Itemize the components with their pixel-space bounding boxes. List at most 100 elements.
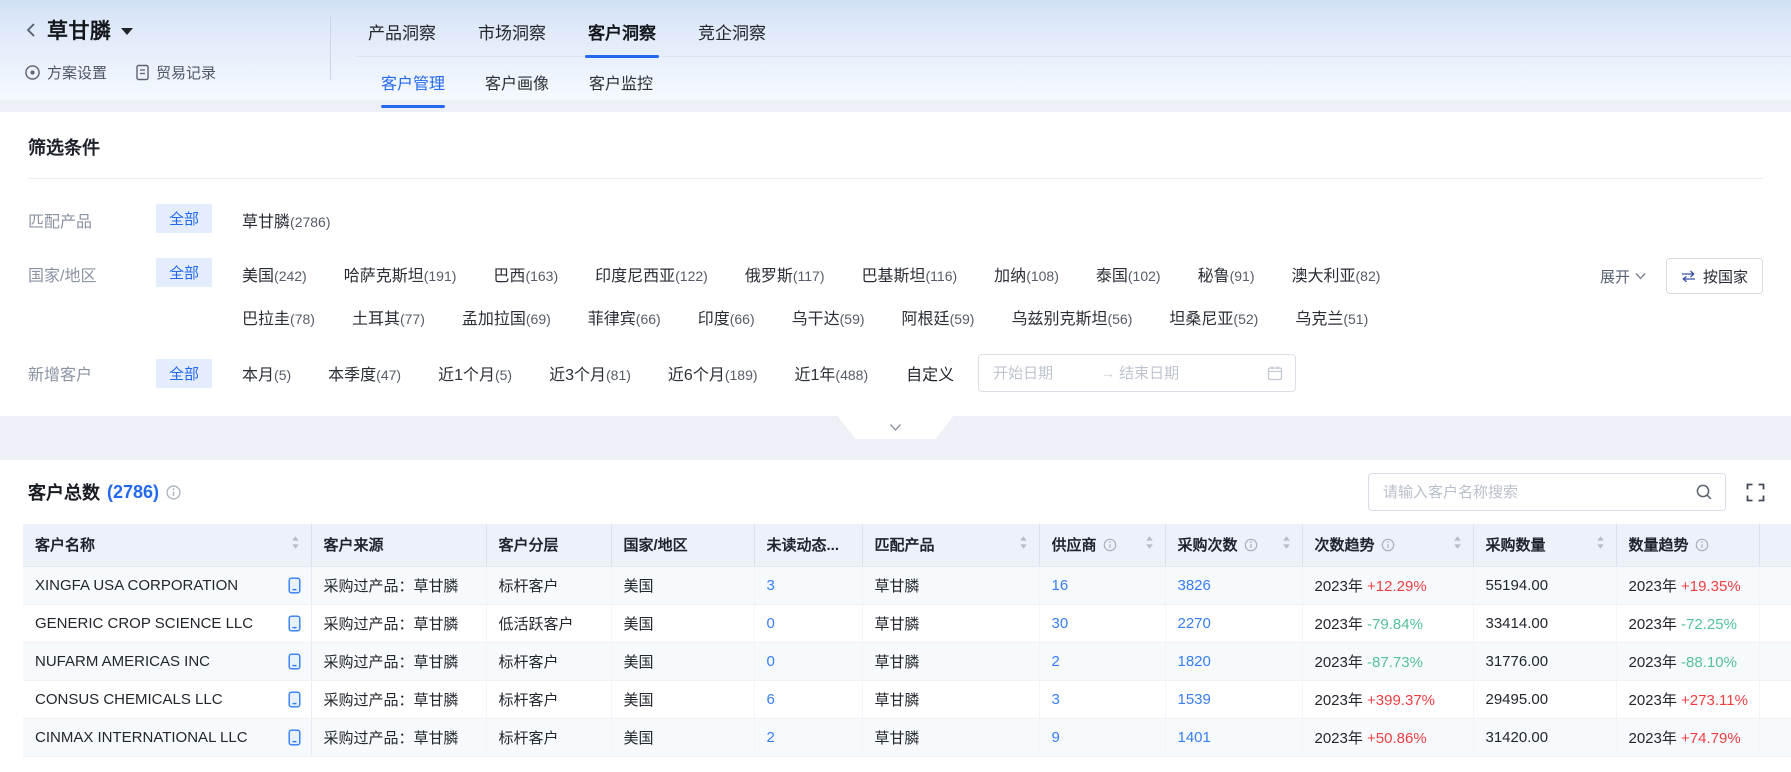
primary-tab[interactable]: 市场洞察 bbox=[475, 12, 549, 56]
country-option[interactable]: 泰国(102) bbox=[1096, 262, 1161, 286]
back-icon[interactable] bbox=[24, 21, 38, 39]
country-option[interactable]: 坦桑尼亚(52) bbox=[1169, 305, 1258, 329]
period-option[interactable]: 近1个月(5) bbox=[438, 361, 512, 385]
column-header[interactable]: 采购数量 bbox=[1473, 524, 1616, 566]
country-option[interactable]: 印度(66) bbox=[698, 305, 755, 329]
info-icon[interactable] bbox=[1695, 538, 1709, 552]
primary-tab[interactable]: 产品洞察 bbox=[365, 12, 439, 56]
info-icon[interactable] bbox=[166, 485, 181, 500]
purchase-count-link[interactable]: 3826 bbox=[1178, 577, 1211, 594]
trade-record-button[interactable]: 贸易记录 bbox=[135, 62, 216, 83]
table-row[interactable]: NUFARM AMERICAS INC 采购过产品：草甘膦 标杆客户 美国 0 … bbox=[23, 642, 1791, 680]
suppliers-link[interactable]: 30 bbox=[1052, 615, 1069, 632]
primary-tab[interactable]: 客户洞察 bbox=[585, 12, 659, 56]
column-header[interactable]: 供应商 bbox=[1039, 524, 1165, 566]
column-header[interactable]: 数量趋势 bbox=[1616, 524, 1759, 566]
country-option[interactable]: 巴西(163) bbox=[493, 262, 558, 286]
contact-icon[interactable] bbox=[288, 577, 301, 594]
country-all-tag[interactable]: 全部 bbox=[156, 258, 212, 287]
contact-icon[interactable] bbox=[288, 653, 301, 670]
info-icon[interactable] bbox=[1381, 538, 1395, 552]
column-header[interactable]: 未读动态... bbox=[754, 524, 862, 566]
by-country-button[interactable]: 按国家 bbox=[1666, 258, 1763, 294]
period-option[interactable]: 近3个月(81) bbox=[549, 361, 631, 385]
table-row[interactable]: CONSUS CHEMICALS LLC 采购过产品：草甘膦 标杆客户 美国 6… bbox=[23, 680, 1791, 718]
column-header[interactable]: 国家/地区 bbox=[611, 524, 754, 566]
period-option[interactable]: 近6个月(189) bbox=[668, 361, 758, 385]
country-option[interactable]: 秘鲁(91) bbox=[1198, 262, 1255, 286]
country-option[interactable]: 巴基斯坦(116) bbox=[862, 262, 958, 286]
unread-updates-link[interactable]: 0 bbox=[767, 615, 775, 632]
purchase-count-link[interactable]: 1820 bbox=[1178, 653, 1211, 670]
unread-updates-link[interactable]: 0 bbox=[767, 653, 775, 670]
customer-name[interactable]: GENERIC CROP SCIENCE LLC bbox=[35, 615, 253, 632]
country-option[interactable]: 澳大利亚(82) bbox=[1292, 262, 1381, 286]
sort-icon[interactable] bbox=[1281, 535, 1292, 554]
country-option[interactable]: 乌兹别克斯坦(56) bbox=[1011, 305, 1132, 329]
country-option[interactable]: 哈萨克斯坦(191) bbox=[344, 262, 457, 286]
secondary-tab[interactable]: 客户画像 bbox=[485, 70, 549, 108]
suppliers-link[interactable]: 16 bbox=[1052, 577, 1069, 594]
unread-updates-link[interactable]: 2 bbox=[767, 729, 775, 746]
column-header[interactable]: 客户名称 bbox=[23, 524, 311, 566]
sort-icon[interactable] bbox=[1595, 535, 1606, 554]
fullscreen-icon[interactable] bbox=[1746, 483, 1765, 502]
country-option[interactable]: 加纳(108) bbox=[994, 262, 1059, 286]
period-option[interactable]: 本季度(47) bbox=[328, 361, 401, 385]
country-option[interactable]: 印度尼西亚(122) bbox=[595, 262, 708, 286]
customer-name[interactable]: CINMAX INTERNATIONAL LLC bbox=[35, 729, 248, 746]
product-option[interactable]: 草甘膦(2786) bbox=[242, 208, 330, 232]
suppliers-link[interactable]: 3 bbox=[1052, 691, 1060, 708]
country-option[interactable]: 巴拉圭(78) bbox=[242, 305, 315, 329]
date-range-picker[interactable]: → bbox=[978, 354, 1296, 392]
customer-search-box[interactable] bbox=[1368, 473, 1726, 511]
period-option[interactable]: 近1年(488) bbox=[795, 361, 869, 385]
new-customer-all-tag[interactable]: 全部 bbox=[156, 359, 212, 388]
sort-icon[interactable] bbox=[1452, 535, 1463, 554]
contact-icon[interactable] bbox=[288, 691, 301, 708]
country-option[interactable]: 美国(242) bbox=[242, 262, 307, 286]
table-row[interactable]: XINGFA USA CORPORATION 采购过产品：草甘膦 标杆客户 美国… bbox=[23, 566, 1791, 604]
start-date-input[interactable] bbox=[991, 364, 1101, 383]
info-icon[interactable] bbox=[1244, 538, 1258, 552]
customer-name[interactable]: XINGFA USA CORPORATION bbox=[35, 577, 238, 594]
customer-name[interactable]: CONSUS CHEMICALS LLC bbox=[35, 691, 223, 708]
collapse-filters-button[interactable] bbox=[838, 416, 954, 439]
suppliers-link[interactable]: 9 bbox=[1052, 729, 1060, 746]
unread-updates-link[interactable]: 3 bbox=[767, 577, 775, 594]
suppliers-link[interactable]: 2 bbox=[1052, 653, 1060, 670]
column-header[interactable]: 客户来源 bbox=[311, 524, 486, 566]
column-header[interactable]: 客户分层 bbox=[486, 524, 611, 566]
country-option[interactable]: 菲律宾(66) bbox=[588, 305, 661, 329]
custom-range-option[interactable]: 自定义 bbox=[906, 361, 954, 385]
customer-name[interactable]: NUFARM AMERICAS INC bbox=[35, 653, 210, 670]
end-date-input[interactable] bbox=[1117, 364, 1227, 383]
unread-updates-link[interactable]: 6 bbox=[767, 691, 775, 708]
sort-icon[interactable] bbox=[290, 535, 301, 554]
table-row[interactable]: GENERIC CROP SCIENCE LLC 采购过产品：草甘膦 低活跃客户… bbox=[23, 604, 1791, 642]
table-row[interactable]: CINMAX INTERNATIONAL LLC 采购过产品：草甘膦 标杆客户 … bbox=[23, 718, 1791, 756]
primary-tab[interactable]: 竞企洞察 bbox=[695, 12, 769, 56]
country-option[interactable]: 乌干达(59) bbox=[792, 305, 865, 329]
secondary-tab[interactable]: 客户管理 bbox=[381, 70, 445, 108]
search-icon[interactable] bbox=[1695, 483, 1713, 501]
column-header[interactable] bbox=[1759, 524, 1791, 566]
column-header[interactable]: 采购次数 bbox=[1165, 524, 1302, 566]
column-header[interactable]: 匹配产品 bbox=[862, 524, 1039, 566]
contact-icon[interactable] bbox=[288, 729, 301, 746]
country-option[interactable]: 土耳其(77) bbox=[352, 305, 425, 329]
column-header[interactable]: 次数趋势 bbox=[1302, 524, 1473, 566]
country-option[interactable]: 阿根廷(59) bbox=[902, 305, 975, 329]
info-icon[interactable] bbox=[1103, 538, 1117, 552]
customer-search-input[interactable] bbox=[1381, 483, 1695, 502]
sort-icon[interactable] bbox=[1018, 535, 1029, 554]
scheme-settings-button[interactable]: 方案设置 bbox=[24, 62, 107, 83]
country-option[interactable]: 孟加拉国(69) bbox=[462, 305, 551, 329]
purchase-count-link[interactable]: 2270 bbox=[1178, 615, 1211, 632]
purchase-count-link[interactable]: 1539 bbox=[1178, 691, 1211, 708]
secondary-tab[interactable]: 客户监控 bbox=[589, 70, 653, 108]
expand-toggle[interactable]: 展开 bbox=[1600, 266, 1646, 287]
country-option[interactable]: 乌克兰(51) bbox=[1295, 305, 1368, 329]
country-option[interactable]: 俄罗斯(117) bbox=[745, 262, 825, 286]
contact-icon[interactable] bbox=[288, 615, 301, 632]
